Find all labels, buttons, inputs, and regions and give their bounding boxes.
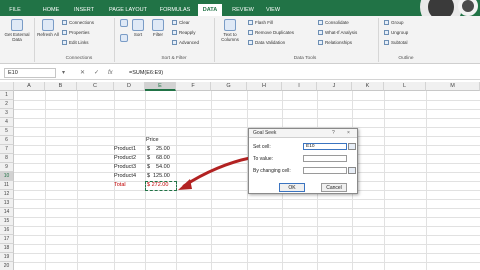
- goal-seek-title-bar[interactable]: Goal Seek ? ×: [249, 129, 357, 138]
- goal-seek-dialog: Goal Seek ? × Set cell: E10 To value: By…: [248, 128, 358, 194]
- set-cell-collapse-icon[interactable]: [348, 143, 356, 150]
- close-button[interactable]: ×: [347, 130, 350, 136]
- to-value-label: To value:: [253, 156, 274, 162]
- help-button[interactable]: ?: [332, 130, 335, 136]
- goal-seek-title: Goal Seek: [253, 130, 277, 136]
- annotation-arrow-head: [178, 179, 192, 190]
- to-value-input[interactable]: [303, 155, 347, 162]
- changing-cell-input[interactable]: [303, 167, 347, 174]
- changing-cell-collapse-icon[interactable]: [348, 167, 356, 174]
- set-cell-input[interactable]: E10: [303, 143, 347, 150]
- cancel-button[interactable]: Cancel: [321, 183, 347, 192]
- changing-cell-label: By changing cell:: [253, 168, 291, 174]
- ok-button[interactable]: OK: [279, 183, 305, 192]
- annotation-arrow: [178, 156, 252, 190]
- set-cell-label: Set cell:: [253, 144, 271, 150]
- annotation-arrow-shaft: [182, 156, 252, 188]
